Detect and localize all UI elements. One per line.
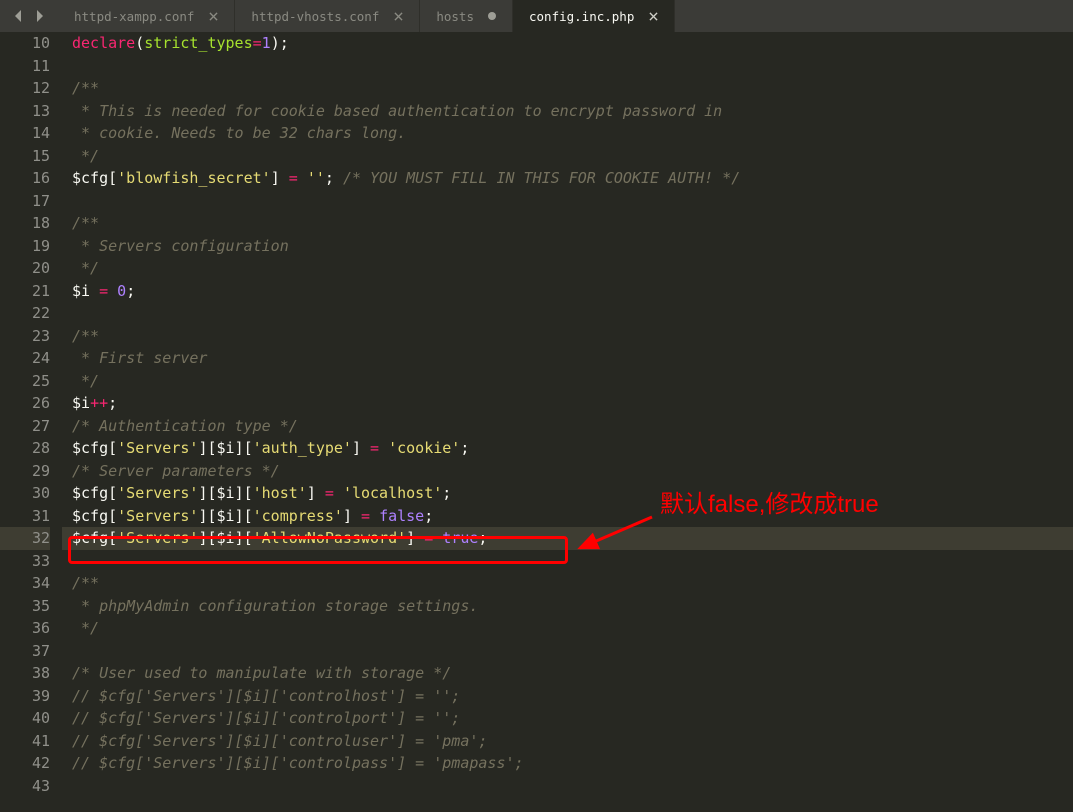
line-number: 15: [0, 145, 50, 168]
close-icon[interactable]: [208, 11, 218, 21]
line-number: 43: [0, 775, 50, 798]
code-line[interactable]: * phpMyAdmin configuration storage setti…: [62, 595, 1073, 618]
code-line[interactable]: [62, 775, 1073, 798]
line-number: 23: [0, 325, 50, 348]
line-number: 16: [0, 167, 50, 190]
code-line[interactable]: * Servers configuration: [62, 235, 1073, 258]
code-line[interactable]: */: [62, 370, 1073, 393]
dirty-indicator-icon: [488, 12, 496, 20]
code-line[interactable]: * First server: [62, 347, 1073, 370]
code-line[interactable]: $cfg['Servers'][$i]['host'] = 'localhost…: [62, 482, 1073, 505]
code-line[interactable]: [62, 302, 1073, 325]
line-number: 35: [0, 595, 50, 618]
line-number: 36: [0, 617, 50, 640]
code-line[interactable]: */: [62, 257, 1073, 280]
code-line[interactable]: declare(strict_types=1);: [62, 32, 1073, 55]
tab-label: httpd-xampp.conf: [74, 9, 194, 24]
code-line[interactable]: // $cfg['Servers'][$i]['controlpass'] = …: [62, 752, 1073, 775]
line-number: 31: [0, 505, 50, 528]
line-number: 30: [0, 482, 50, 505]
line-number: 41: [0, 730, 50, 753]
line-number: 21: [0, 280, 50, 303]
code-area[interactable]: declare(strict_types=1); /** * This is ne…: [62, 32, 1073, 812]
tab-label: hosts: [436, 9, 474, 24]
code-line[interactable]: */: [62, 617, 1073, 640]
code-line[interactable]: /**: [62, 572, 1073, 595]
line-number: 37: [0, 640, 50, 663]
nav-forward-icon[interactable]: [32, 8, 48, 24]
code-line[interactable]: $cfg['Servers'][$i]['auth_type'] = 'cook…: [62, 437, 1073, 460]
close-icon[interactable]: [393, 11, 403, 21]
tab-config-inc-php[interactable]: config.inc.php: [513, 0, 675, 32]
line-number: 11: [0, 55, 50, 78]
code-line[interactable]: $cfg['Servers'][$i]['compress'] = false;: [62, 505, 1073, 528]
line-number: 34: [0, 572, 50, 595]
line-number: 14: [0, 122, 50, 145]
code-line[interactable]: */: [62, 145, 1073, 168]
line-number: 20: [0, 257, 50, 280]
line-number: 28: [0, 437, 50, 460]
code-line[interactable]: [62, 55, 1073, 78]
tab-hosts[interactable]: hosts: [420, 0, 513, 32]
code-line[interactable]: [62, 190, 1073, 213]
tab-label: config.inc.php: [529, 9, 634, 24]
line-number: 40: [0, 707, 50, 730]
code-line[interactable]: $i = 0;: [62, 280, 1073, 303]
line-number: 12: [0, 77, 50, 100]
nav-arrows: [0, 0, 58, 32]
code-line[interactable]: /**: [62, 212, 1073, 235]
line-number: 32: [0, 527, 50, 550]
tab-label: httpd-vhosts.conf: [251, 9, 379, 24]
code-line[interactable]: $cfg['blowfish_secret'] = ''; /* YOU MUS…: [62, 167, 1073, 190]
gutter: 1011121314151617181920212223242526272829…: [0, 32, 62, 812]
code-line[interactable]: /* Server parameters */: [62, 460, 1073, 483]
code-line[interactable]: $i++;: [62, 392, 1073, 415]
line-number: 22: [0, 302, 50, 325]
code-line[interactable]: /**: [62, 325, 1073, 348]
tab-bar: httpd-xampp.conf httpd-vhosts.conf hosts co…: [58, 0, 1073, 32]
code-line[interactable]: /* User used to manipulate with storage …: [62, 662, 1073, 685]
line-number: 10: [0, 32, 50, 55]
line-number: 42: [0, 752, 50, 775]
line-number: 26: [0, 392, 50, 415]
line-number: 27: [0, 415, 50, 438]
code-line[interactable]: // $cfg['Servers'][$i]['controlport'] = …: [62, 707, 1073, 730]
titlebar: httpd-xampp.conf httpd-vhosts.conf hosts co…: [0, 0, 1073, 32]
line-number: 29: [0, 460, 50, 483]
nav-back-icon[interactable]: [10, 8, 26, 24]
code-line[interactable]: /* Authentication type */: [62, 415, 1073, 438]
code-line[interactable]: * This is needed for cookie based authen…: [62, 100, 1073, 123]
line-number: 13: [0, 100, 50, 123]
line-number: 25: [0, 370, 50, 393]
line-number: 33: [0, 550, 50, 573]
editor[interactable]: 1011121314151617181920212223242526272829…: [0, 32, 1073, 812]
code-line[interactable]: // $cfg['Servers'][$i]['controlhost'] = …: [62, 685, 1073, 708]
line-number: 39: [0, 685, 50, 708]
code-line[interactable]: * cookie. Needs to be 32 chars long.: [62, 122, 1073, 145]
line-number: 38: [0, 662, 50, 685]
tab-httpd-xampp-conf[interactable]: httpd-xampp.conf: [58, 0, 235, 32]
line-number: 17: [0, 190, 50, 213]
code-line[interactable]: /**: [62, 77, 1073, 100]
line-number: 19: [0, 235, 50, 258]
line-number: 18: [0, 212, 50, 235]
code-line[interactable]: $cfg['Servers'][$i]['AllowNoPassword'] =…: [62, 527, 1073, 550]
tab-httpd-vhosts-conf[interactable]: httpd-vhosts.conf: [235, 0, 420, 32]
code-line[interactable]: [62, 550, 1073, 573]
code-line[interactable]: // $cfg['Servers'][$i]['controluser'] = …: [62, 730, 1073, 753]
close-icon[interactable]: [648, 11, 658, 21]
code-line[interactable]: [62, 640, 1073, 663]
line-number: 24: [0, 347, 50, 370]
